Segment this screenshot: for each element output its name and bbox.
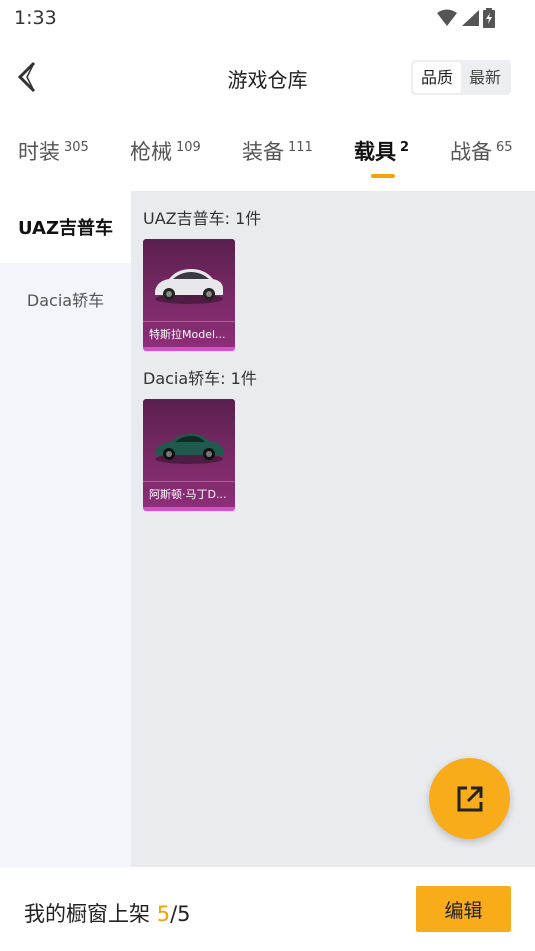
- tab-equipment[interactable]: 装备 111: [242, 136, 313, 166]
- showcase-footer: 我的橱窗上架 5/5 编辑: [0, 867, 535, 951]
- sort-newest-button[interactable]: 最新: [461, 62, 509, 93]
- tab-count: 109: [176, 140, 201, 155]
- status-bar: 1:33: [0, 0, 535, 36]
- share-fab-button[interactable]: [429, 758, 510, 839]
- tab-count: 111: [288, 140, 313, 155]
- vehicle-type-sidebar: UAZ吉普车 Dacia轿车: [0, 191, 131, 867]
- status-icons: [437, 8, 495, 28]
- tab-count: 305: [64, 140, 89, 155]
- showcase-label: 我的橱窗上架: [24, 902, 157, 926]
- sidebar-item-dacia[interactable]: Dacia轿车: [0, 263, 131, 335]
- category-tabs: 时装 305 枪械 109 装备 111 载具 2 战备 65: [0, 128, 535, 180]
- share-external-icon: [457, 786, 482, 811]
- tab-count: 65: [496, 140, 513, 155]
- wifi-icon: [437, 9, 457, 26]
- car-image-icon: [155, 269, 223, 304]
- sort-quality-button[interactable]: 品质: [412, 62, 461, 93]
- item-name: 特斯拉Model...: [143, 321, 235, 343]
- header: 游戏仓库 品质 最新: [0, 46, 535, 108]
- item-name: 阿斯顿·马丁D...: [143, 481, 235, 503]
- tab-label: 时装: [18, 140, 60, 164]
- tab-supplies[interactable]: 战备 65: [450, 136, 513, 166]
- tab-label: 战备: [450, 140, 492, 164]
- status-time: 1:33: [14, 7, 57, 29]
- tab-count: 2: [400, 140, 410, 155]
- item-card-aston-martin[interactable]: 阿斯顿·马丁D...: [143, 399, 235, 511]
- battery-charging-icon: [483, 8, 495, 28]
- tab-vehicles[interactable]: 载具 2: [354, 136, 409, 166]
- group-title: UAZ吉普车: 1件: [143, 209, 262, 228]
- tab-label: 枪械: [130, 140, 172, 164]
- showcase-total: /5: [170, 902, 191, 926]
- showcase-status: 我的橱窗上架 5/5: [24, 898, 191, 928]
- tab-firearms[interactable]: 枪械 109: [130, 136, 201, 166]
- tab-label: 载具: [354, 140, 396, 164]
- car-image-icon: [155, 434, 223, 464]
- sort-toggle: 品质 最新: [410, 60, 511, 95]
- showcase-count: 5: [156, 902, 171, 926]
- tab-label: 装备: [242, 140, 284, 164]
- group-title: Dacia轿车: 1件: [143, 369, 257, 388]
- active-tab-indicator: [371, 174, 395, 178]
- signal-icon: [462, 10, 479, 26]
- sidebar-item-uaz[interactable]: UAZ吉普车: [0, 191, 131, 263]
- item-card-tesla[interactable]: 特斯拉Model...: [143, 239, 235, 351]
- tab-fashion[interactable]: 时装 305: [18, 136, 89, 166]
- edit-button[interactable]: 编辑: [416, 886, 511, 932]
